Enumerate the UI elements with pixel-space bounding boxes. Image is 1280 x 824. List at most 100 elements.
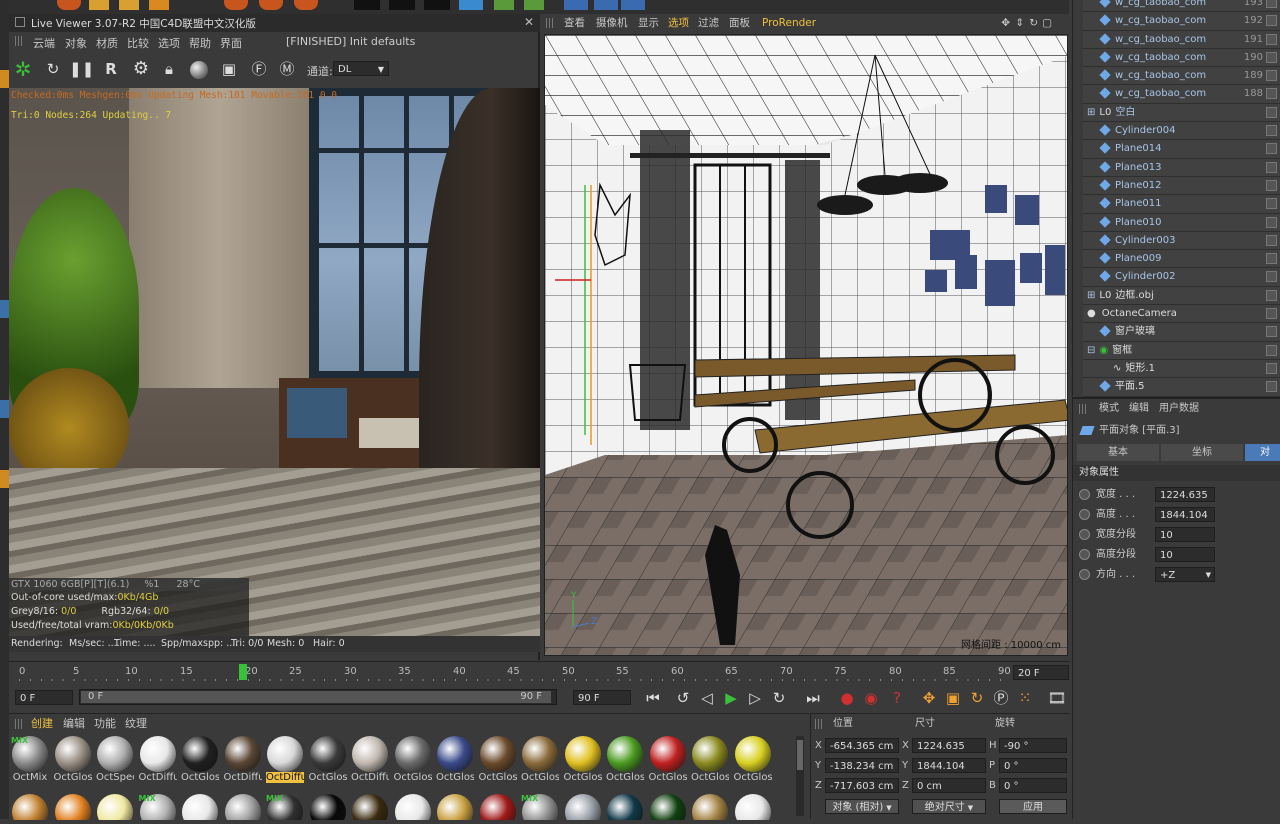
- tree-item[interactable]: Plane013: [1083, 158, 1280, 177]
- tree-item[interactable]: w_cg_taobao_com 193: [1083, 0, 1280, 13]
- menu-cloud[interactable]: 云端: [33, 35, 55, 51]
- autokey-icon[interactable]: ◉: [859, 686, 883, 710]
- restart-render-icon[interactable]: ↻: [41, 57, 65, 81]
- timeline[interactable]: 0 5 10 15 20 25 30 35 40 45 50 55 60 65 …: [9, 661, 1070, 683]
- visibility-toggle[interactable]: [1266, 253, 1277, 265]
- menu-filter[interactable]: 过滤: [698, 14, 719, 33]
- tab-basic[interactable]: 基本: [1077, 444, 1159, 461]
- material-picker-icon[interactable]: Ⓜ: [275, 57, 299, 81]
- material-swatch[interactable]: OctGlos: [309, 736, 347, 788]
- material-swatch[interactable]: OctDiffu: [139, 736, 177, 788]
- tree-item[interactable]: ∿ 矩形.1: [1083, 359, 1280, 379]
- toolbar-icon[interactable]: [564, 0, 588, 10]
- tree-item[interactable]: Cylinder003: [1083, 231, 1280, 251]
- menu-object[interactable]: 对象: [65, 35, 87, 51]
- orientation-select[interactable]: +Z ▼: [1155, 567, 1215, 582]
- next-key-icon[interactable]: ↻: [767, 686, 791, 710]
- visibility-toggle[interactable]: [1266, 326, 1277, 338]
- tree-item[interactable]: 窗户玻璃: [1083, 323, 1280, 342]
- size-x-input[interactable]: 1224.635 cm: [912, 738, 986, 767]
- visibility-toggle[interactable]: [1266, 289, 1277, 301]
- menu-options[interactable]: 选项: [158, 35, 180, 51]
- material-swatch[interactable]: OctDiffu: [266, 736, 304, 788]
- tree-item[interactable]: Cylinder004: [1083, 122, 1280, 141]
- tree-item[interactable]: ⊞ L0 空白: [1083, 103, 1280, 123]
- animate-dot[interactable]: [1079, 568, 1090, 580]
- pos-z-input[interactable]: -717.603 cm: [825, 778, 899, 793]
- visibility-toggle[interactable]: [1266, 15, 1277, 27]
- toolbar-icon[interactable]: [494, 0, 514, 10]
- tab-coord[interactable]: 坐标: [1161, 444, 1243, 461]
- toolbar-icon[interactable]: [621, 0, 645, 10]
- visibility-toggle[interactable]: [1266, 0, 1277, 8]
- visibility-toggle[interactable]: [1266, 106, 1277, 118]
- playhead[interactable]: [238, 664, 247, 680]
- visibility-toggle[interactable]: [1266, 70, 1277, 82]
- record-icon[interactable]: ●: [835, 686, 859, 710]
- animate-dot[interactable]: [1079, 548, 1090, 560]
- menu-display[interactable]: 显示: [638, 14, 659, 33]
- material-swatch[interactable]: [351, 794, 389, 820]
- move-view-icon[interactable]: ✥: [1001, 14, 1010, 33]
- tree-item[interactable]: w_cg_taobao_com 191: [1083, 30, 1280, 49]
- clay-mode-icon[interactable]: ▣: [217, 57, 241, 81]
- material-swatch[interactable]: OctGlos: [394, 736, 432, 788]
- tree-item[interactable]: w_cg_taobao_com 190: [1083, 48, 1280, 68]
- tree-item[interactable]: Plane009: [1083, 250, 1280, 269]
- prev-key-icon[interactable]: ↺: [671, 686, 695, 710]
- maximize-view-icon[interactable]: ▢: [1042, 14, 1052, 33]
- menu-prorender[interactable]: ProRender: [762, 14, 816, 33]
- material-swatch[interactable]: OctGlos: [479, 736, 517, 788]
- material-swatch[interactable]: [564, 794, 602, 820]
- material-swatch[interactable]: OctGlos: [649, 736, 687, 788]
- viewport-canvas[interactable]: Y Z 网格间距 : 10000 cm: [544, 34, 1068, 656]
- toolbar-icon[interactable]: [594, 0, 618, 10]
- apply-button[interactable]: 应用: [999, 799, 1067, 814]
- menu-material[interactable]: 材质: [96, 35, 118, 51]
- channel-select[interactable]: DL ▼: [333, 61, 389, 76]
- toolbar-icon[interactable]: [424, 0, 450, 10]
- material-swatch[interactable]: [649, 794, 687, 820]
- material-ball-icon[interactable]: [187, 57, 211, 81]
- material-swatch[interactable]: OctGlos: [54, 736, 92, 788]
- param-key-icon[interactable]: Ⓟ: [989, 686, 1013, 710]
- visibility-toggle[interactable]: [1266, 179, 1277, 191]
- menu-panel[interactable]: 面板: [729, 14, 750, 33]
- height-input[interactable]: 1844.104: [1155, 507, 1215, 522]
- tree-item[interactable]: Cylinder002: [1083, 268, 1280, 287]
- tool-icon[interactable]: [0, 300, 9, 318]
- rotate-view-icon[interactable]: ↻: [1029, 14, 1038, 33]
- menu-create[interactable]: 创建: [31, 716, 53, 732]
- tree-item[interactable]: w_cg_taobao_com 188: [1083, 85, 1280, 104]
- toolbar-icon[interactable]: [119, 0, 139, 10]
- tree-item[interactable]: 平面.5: [1083, 378, 1280, 397]
- width-input[interactable]: 1224.635: [1155, 487, 1215, 502]
- tool-icon[interactable]: [0, 400, 9, 418]
- visibility-toggle[interactable]: [1266, 308, 1277, 320]
- go-to-start-icon[interactable]: ⏮: [641, 686, 665, 710]
- go-to-end-icon[interactable]: ⏭: [801, 686, 825, 710]
- expand-icon[interactable]: ⊞: [1087, 290, 1095, 301]
- help-key-icon[interactable]: ?: [885, 686, 909, 710]
- visibility-toggle[interactable]: [1266, 271, 1277, 283]
- tree-item[interactable]: w_cg_taobao_com 192: [1083, 12, 1280, 31]
- step-back-icon[interactable]: ◁: [695, 686, 719, 710]
- material-swatch[interactable]: OctDiffu: [224, 736, 262, 788]
- pause-icon[interactable]: ❚❚: [69, 57, 94, 81]
- material-swatch[interactable]: [11, 794, 49, 820]
- material-swatch[interactable]: [309, 794, 347, 820]
- menu-camera[interactable]: 摄像机: [596, 14, 628, 33]
- material-swatch[interactable]: OctGlos: [564, 736, 602, 788]
- material-swatch[interactable]: MIX: [521, 794, 559, 820]
- pos-y-input[interactable]: -138.234 cm: [825, 758, 899, 773]
- toolbar-icon[interactable]: [354, 0, 380, 10]
- material-scrollbar[interactable]: [796, 736, 804, 816]
- scale-key-icon[interactable]: ▣: [941, 686, 965, 710]
- material-swatch[interactable]: [394, 794, 432, 820]
- toolbar-icon[interactable]: [459, 0, 483, 10]
- height-segments-input[interactable]: 10: [1155, 547, 1215, 562]
- material-swatch[interactable]: [734, 794, 772, 820]
- toolbar-icon[interactable]: [524, 0, 544, 10]
- tree-item[interactable]: ⊞ L0 边框.obj: [1083, 286, 1280, 306]
- menu-edit[interactable]: 编辑: [63, 716, 85, 732]
